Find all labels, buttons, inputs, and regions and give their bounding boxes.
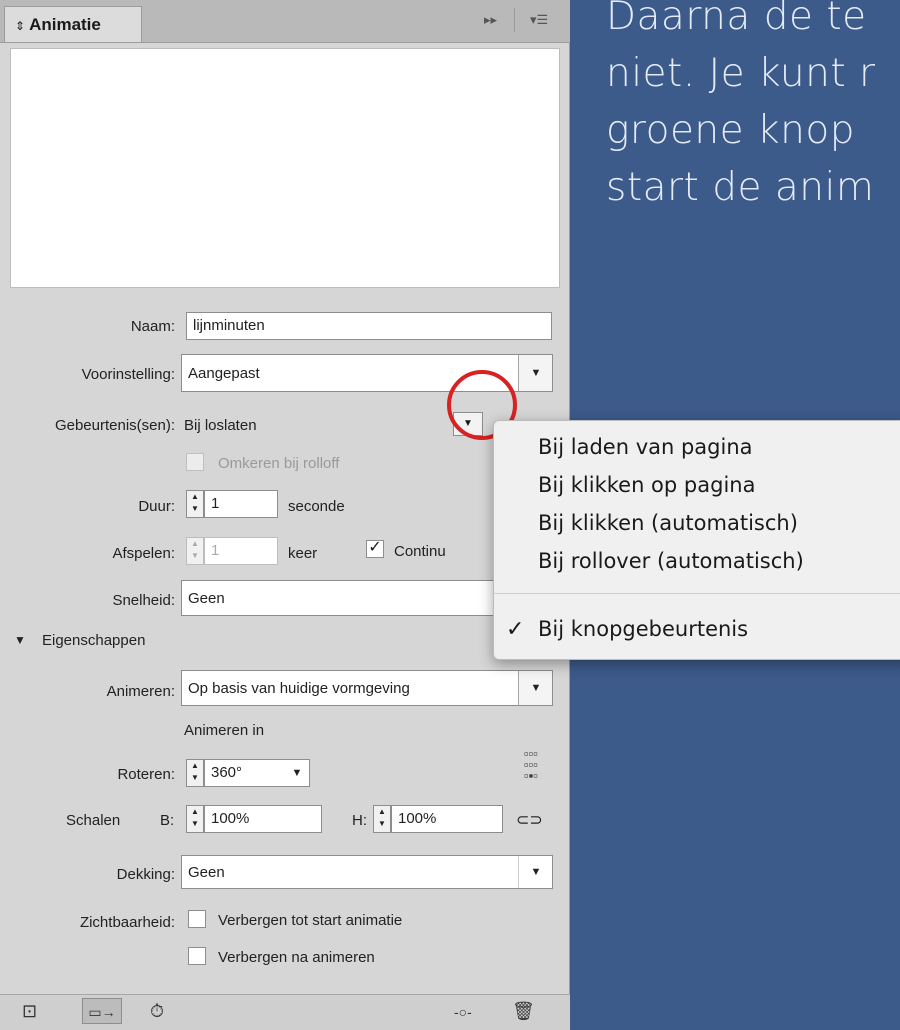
roteren-select[interactable]: 360° ▼: [204, 759, 310, 787]
naam-input[interactable]: lijnminuten: [186, 312, 552, 340]
duur-stepper[interactable]: ▲ ▼: [186, 490, 204, 518]
verbergen-na-label: Verbergen na animeren: [218, 949, 375, 966]
expand-panel-icon[interactable]: ▸▸: [484, 12, 497, 28]
menu-item-bij-laden[interactable]: Bij laden van pagina: [538, 435, 753, 459]
dekking-value: Geen: [188, 864, 225, 881]
disclosure-triangle-icon[interactable]: ▼: [14, 633, 26, 647]
schalen-b-label: B:: [160, 812, 175, 829]
continu-label: Continu: [394, 543, 446, 560]
roteren-label: Roteren:: [117, 766, 175, 783]
dekking-select[interactable]: Geen ▼: [181, 855, 553, 889]
eigenschappen-header: Eigenschappen: [42, 632, 146, 649]
dekking-label: Dekking:: [116, 866, 175, 883]
reference-point-icon[interactable]: ▫▫▫ ▫▫▫ ▫▪▫: [524, 747, 538, 782]
panel-title: Animatie: [29, 15, 101, 34]
collapse-arrows-icon: ⇕: [15, 19, 26, 33]
verbergen-start-checkbox[interactable]: [188, 910, 206, 928]
toolbar-divider: [514, 8, 515, 32]
tab-animatie[interactable]: ⇕ Animatie: [4, 6, 142, 42]
menu-item-bij-rollover[interactable]: Bij rollover (automatisch): [538, 549, 804, 573]
afspelen-label: Afspelen:: [112, 545, 175, 562]
snelheid-select[interactable]: Geen: [181, 580, 511, 616]
link-chain-icon[interactable]: ⊂⊃: [516, 810, 543, 830]
background-paragraph: Daarna de te niet. Je kunt r groene knop…: [606, 0, 900, 216]
background-line: niet. Je kunt r: [606, 51, 876, 96]
schalen-h-input[interactable]: 100%: [391, 805, 503, 833]
animeren-select[interactable]: Op basis van huidige vormgeving ▼: [181, 670, 553, 706]
background-line: groene knop: [606, 108, 855, 153]
schalen-h-stepper[interactable]: ▲ ▼: [373, 805, 391, 833]
animation-preview: [10, 48, 560, 288]
duur-label: Duur:: [138, 498, 175, 515]
afspelen-stepper[interactable]: ▲ ▼: [186, 537, 204, 565]
schalen-h-label: H:: [352, 812, 367, 829]
timer-icon[interactable]: ⏱: [150, 1001, 164, 1022]
duur-unit: seconde: [288, 498, 345, 515]
background-line: start de anim: [606, 165, 875, 210]
menu-item-bij-klikken-auto[interactable]: Bij klikken (automatisch): [538, 511, 798, 535]
roteren-stepper[interactable]: ▲ ▼: [186, 759, 204, 787]
chevron-down-icon[interactable]: ▼: [284, 760, 309, 786]
animeren-in-label: Animeren in: [184, 722, 265, 739]
zichtbaarheid-label: Zichtbaarheid:: [79, 914, 175, 931]
menu-item-bij-knopgebeurtenis[interactable]: Bij knopgebeurtenis: [538, 617, 748, 641]
panel-bottom-bar: ⊡ ▭→ ⏱ -○- 🗑: [0, 994, 570, 1030]
roteren-value: 360°: [211, 764, 243, 781]
event-dropdown-menu: Bij laden van pagina Bij klikken op pagi…: [493, 420, 900, 660]
animation-panel: ⇕ Animatie ▸▸ ▾☰ Naam: lijnminuten Voorin…: [0, 0, 570, 1030]
convert-to-motion-path-icon[interactable]: ▭→: [82, 998, 122, 1024]
gebeurtenis-value: Bij loslaten: [184, 417, 257, 434]
continu-checkbox[interactable]: ✓: [366, 540, 384, 558]
animeren-label: Animeren:: [106, 683, 175, 700]
preview-spread-icon[interactable]: ⊡: [22, 1001, 37, 1022]
duur-input[interactable]: 1: [204, 490, 278, 518]
chevron-down-icon[interactable]: ▼: [518, 671, 552, 705]
afspelen-input[interactable]: 1: [204, 537, 278, 565]
panel-tab-bar: ⇕ Animatie ▸▸ ▾☰: [0, 0, 570, 43]
omkeren-label: Omkeren bij rolloff: [218, 455, 340, 472]
snelheid-label: Snelheid:: [112, 592, 175, 609]
menu-separator: [494, 593, 900, 594]
motion-path-icon[interactable]: -○-: [454, 1004, 472, 1020]
naam-label: Naam:: [130, 318, 175, 335]
background-line: Daarna de te: [606, 0, 867, 39]
panel-menu-icon[interactable]: ▾☰: [530, 12, 548, 28]
schalen-b-stepper[interactable]: ▲ ▼: [186, 805, 204, 833]
animeren-value: Op basis van huidige vormgeving: [188, 680, 410, 697]
verbergen-na-checkbox[interactable]: [188, 947, 206, 965]
omkeren-checkbox[interactable]: [186, 453, 204, 471]
chevron-down-icon[interactable]: ▼: [518, 355, 552, 391]
afspelen-unit: keer: [288, 545, 318, 562]
schalen-label: Schalen: [66, 812, 121, 829]
schalen-b-input[interactable]: 100%: [204, 805, 322, 833]
trash-icon[interactable]: 🗑: [512, 1001, 535, 1022]
chevron-down-icon[interactable]: ▼: [518, 856, 552, 888]
voorinstelling-label: Voorinstelling:: [81, 366, 175, 383]
voorinstelling-value: Aangepast: [188, 365, 260, 382]
verbergen-start-label: Verbergen tot start animatie: [218, 912, 403, 929]
checkmark-icon: ✓: [506, 617, 525, 642]
menu-item-bij-klikken-pagina[interactable]: Bij klikken op pagina: [538, 473, 755, 497]
gebeurtenis-label: Gebeurtenis(sen):: [54, 417, 175, 434]
